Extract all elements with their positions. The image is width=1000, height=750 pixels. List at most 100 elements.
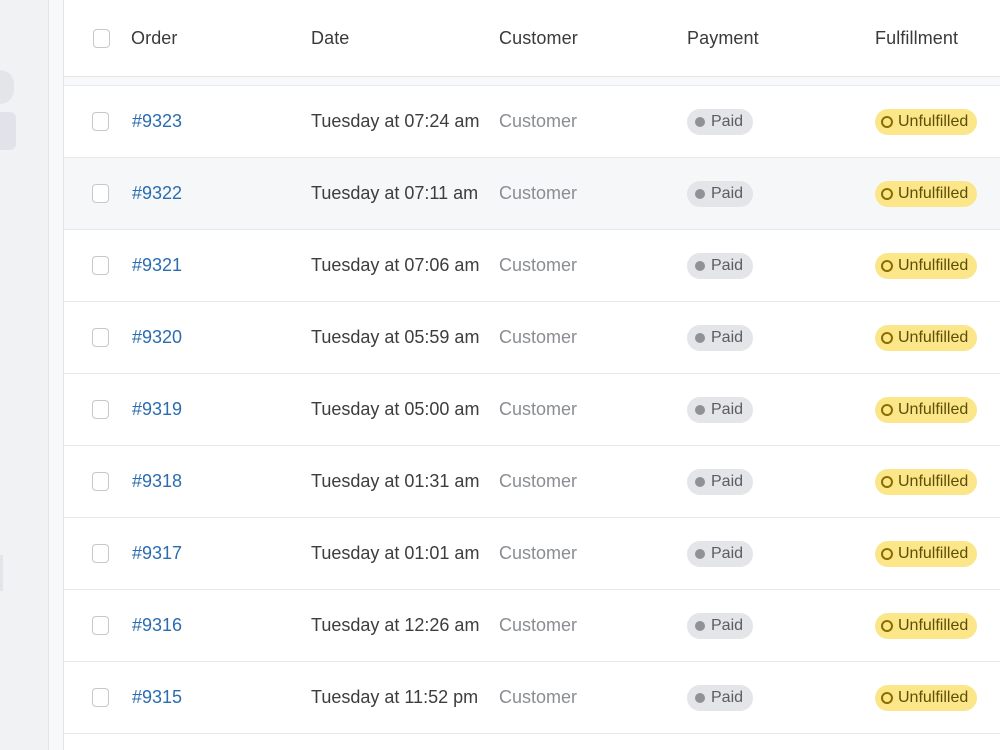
unfulfilled-ring-icon bbox=[881, 691, 893, 704]
date-cell: Tuesday at 05:00 am bbox=[311, 374, 479, 445]
row-checkbox[interactable] bbox=[92, 472, 109, 491]
header-date[interactable]: Date bbox=[311, 28, 349, 49]
payment-status-label: Paid bbox=[711, 400, 744, 418]
table-row[interactable]: #9316 Tuesday at 12:26 am Customer Paid … bbox=[64, 590, 1000, 662]
row-select-cell bbox=[92, 446, 109, 517]
payment-status-badge: Paid bbox=[687, 540, 754, 567]
row-checkbox[interactable] bbox=[92, 184, 109, 203]
fulfillment-cell: Unfulfilled bbox=[875, 158, 978, 229]
header-divider bbox=[64, 77, 1000, 86]
payment-status-badge: Paid bbox=[687, 252, 754, 279]
payment-status-label: Paid bbox=[711, 184, 744, 202]
order-link[interactable]: #9317 bbox=[132, 543, 182, 564]
customer-name: Customer bbox=[499, 111, 578, 131]
order-date: Tuesday at 07:06 am bbox=[311, 255, 480, 275]
header-fulfillment[interactable]: Fulfillment bbox=[875, 28, 958, 49]
payment-status-label: Paid bbox=[711, 328, 744, 346]
table-row[interactable]: #9319 Tuesday at 05:00 am Customer Paid … bbox=[64, 374, 1000, 446]
row-select-cell bbox=[92, 230, 109, 301]
paid-dot-icon bbox=[695, 548, 705, 559]
date-cell: Tuesday at 12:26 am bbox=[311, 590, 479, 661]
customer-name: Customer bbox=[499, 327, 578, 347]
order-link[interactable]: #9322 bbox=[132, 183, 182, 204]
fulfillment-status-label: Unfulfilled bbox=[898, 616, 969, 634]
paid-dot-icon bbox=[695, 620, 705, 631]
row-select-cell bbox=[92, 86, 109, 157]
date-cell: Tuesday at 07:11 am bbox=[311, 158, 478, 229]
row-checkbox[interactable] bbox=[92, 256, 109, 275]
row-select-cell bbox=[92, 662, 109, 733]
order-cell: #9316 bbox=[132, 590, 182, 661]
header-order-cell: Order bbox=[131, 0, 178, 76]
row-checkbox[interactable] bbox=[92, 112, 109, 131]
row-checkbox[interactable] bbox=[92, 616, 109, 635]
fulfillment-status-label: Unfulfilled bbox=[898, 544, 969, 562]
fulfillment-cell: Unfulfilled bbox=[875, 518, 978, 589]
row-select-cell bbox=[92, 374, 109, 445]
customer-cell: Customer bbox=[499, 662, 577, 733]
order-link[interactable]: #9315 bbox=[132, 687, 182, 708]
payment-cell: Paid bbox=[687, 446, 754, 517]
row-checkbox[interactable] bbox=[92, 328, 109, 347]
customer-cell: Customer bbox=[499, 590, 577, 661]
fulfillment-status-badge: Unfulfilled bbox=[875, 540, 978, 567]
header-fulfillment-cell: Fulfillment bbox=[875, 0, 958, 76]
order-link[interactable]: #9316 bbox=[132, 615, 182, 636]
date-cell: Tuesday at 07:06 am bbox=[311, 230, 479, 301]
header-payment[interactable]: Payment bbox=[687, 28, 759, 49]
table-body: #9323 Tuesday at 07:24 am Customer Paid … bbox=[64, 86, 1000, 734]
sidebar bbox=[0, 0, 49, 750]
order-link[interactable]: #9321 bbox=[132, 255, 182, 276]
order-link[interactable]: #9318 bbox=[132, 471, 182, 492]
row-checkbox[interactable] bbox=[92, 544, 109, 563]
table-row[interactable]: #9321 Tuesday at 07:06 am Customer Paid … bbox=[64, 230, 1000, 302]
date-cell: Tuesday at 07:24 am bbox=[311, 86, 479, 157]
fulfillment-status-label: Unfulfilled bbox=[898, 328, 969, 346]
payment-cell: Paid bbox=[687, 86, 754, 157]
fulfillment-cell: Unfulfilled bbox=[875, 590, 978, 661]
payment-status-badge: Paid bbox=[687, 396, 754, 423]
unfulfilled-ring-icon bbox=[881, 403, 893, 416]
payment-status-label: Paid bbox=[711, 472, 744, 490]
fulfillment-status-label: Unfulfilled bbox=[898, 688, 969, 706]
payment-status-badge: Paid bbox=[687, 324, 754, 351]
row-checkbox[interactable] bbox=[92, 688, 109, 707]
select-all-checkbox[interactable] bbox=[93, 28, 110, 48]
table-row[interactable]: #9320 Tuesday at 05:59 am Customer Paid … bbox=[64, 302, 1000, 374]
customer-cell: Customer bbox=[499, 158, 577, 229]
sidebar-toggle[interactable] bbox=[0, 70, 14, 104]
unfulfilled-ring-icon bbox=[881, 187, 893, 200]
order-link[interactable]: #9320 bbox=[132, 327, 182, 348]
order-cell: #9322 bbox=[132, 158, 182, 229]
fulfillment-status-label: Unfulfilled bbox=[898, 256, 969, 274]
row-select-cell bbox=[92, 158, 109, 229]
customer-name: Customer bbox=[499, 687, 578, 707]
order-cell: #9319 bbox=[132, 374, 182, 445]
payment-cell: Paid bbox=[687, 302, 754, 373]
order-link[interactable]: #9323 bbox=[132, 111, 182, 132]
table-row[interactable]: #9323 Tuesday at 07:24 am Customer Paid … bbox=[64, 86, 1000, 158]
table-row[interactable]: #9317 Tuesday at 01:01 am Customer Paid … bbox=[64, 518, 1000, 590]
fulfillment-status-badge: Unfulfilled bbox=[875, 468, 978, 495]
header-payment-cell: Payment bbox=[687, 0, 759, 76]
table-row[interactable]: #9322 Tuesday at 07:11 am Customer Paid … bbox=[64, 158, 1000, 230]
paid-dot-icon bbox=[695, 116, 705, 127]
table-row[interactable]: #9318 Tuesday at 01:31 am Customer Paid … bbox=[64, 446, 1000, 518]
row-checkbox[interactable] bbox=[92, 400, 109, 419]
payment-cell: Paid bbox=[687, 518, 754, 589]
table-row[interactable]: #9315 Tuesday at 11:52 pm Customer Paid … bbox=[64, 662, 1000, 734]
payment-status-badge: Paid bbox=[687, 612, 754, 639]
header-customer[interactable]: Customer bbox=[499, 28, 578, 49]
payment-status-badge: Paid bbox=[687, 180, 754, 207]
fulfillment-status-label: Unfulfilled bbox=[898, 472, 969, 490]
header-order[interactable]: Order bbox=[131, 28, 178, 49]
order-link[interactable]: #9319 bbox=[132, 399, 182, 420]
row-select-cell bbox=[92, 518, 109, 589]
row-select-cell bbox=[92, 302, 109, 373]
table-header: Order Date Customer Payment Fulfillment bbox=[64, 0, 1000, 77]
sidebar-item-active[interactable] bbox=[0, 112, 16, 150]
payment-cell: Paid bbox=[687, 158, 754, 229]
order-date: Tuesday at 05:59 am bbox=[311, 327, 480, 347]
fulfillment-status-badge: Unfulfilled bbox=[875, 324, 978, 351]
fulfillment-status-badge: Unfulfilled bbox=[875, 684, 978, 711]
